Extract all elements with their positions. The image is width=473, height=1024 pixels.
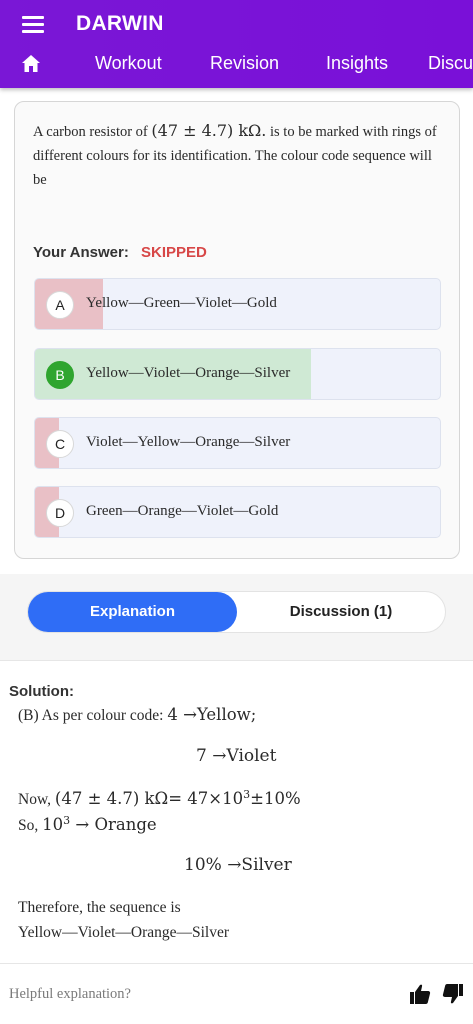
tab-discussion[interactable]: Discu bbox=[428, 53, 473, 74]
option-c-text: Violet—Yellow—Orange—Silver bbox=[86, 434, 291, 450]
your-answer-status: SKIPPED bbox=[141, 244, 207, 261]
app-header: DARWIN Workout Revision Insights Discu bbox=[0, 0, 473, 88]
solution-line-6: Therefore, the sequence is bbox=[18, 899, 181, 916]
option-a[interactable]: A Yellow—Green—Violet—Gold bbox=[34, 278, 441, 330]
solution-line-4-orange: → Orange bbox=[70, 815, 157, 835]
option-a-letter: A bbox=[46, 291, 74, 319]
option-d-letter: D bbox=[46, 499, 74, 527]
option-b-text: Yellow—Violet—Orange—Silver bbox=[86, 365, 291, 381]
solution-line-3: Now, (47 ± 4.7) kΩ= 47×103±10% bbox=[18, 788, 301, 809]
home-icon[interactable] bbox=[22, 55, 40, 72]
tab-revision[interactable]: Revision bbox=[210, 53, 279, 74]
option-d[interactable]: D Green—Orange—Violet—Gold bbox=[34, 486, 441, 538]
option-b-letter: B bbox=[46, 361, 74, 389]
option-a-text: Yellow—Green—Violet—Gold bbox=[86, 295, 277, 311]
solution-line-5: 10% →Silver bbox=[184, 855, 292, 875]
solution-line-4-math: 10 bbox=[42, 815, 64, 835]
thumbs-up-icon[interactable] bbox=[409, 983, 431, 1005]
discussion-tab[interactable]: Discussion (1) bbox=[237, 592, 445, 632]
option-c[interactable]: C Violet—Yellow—Orange—Silver bbox=[34, 417, 441, 469]
explanation-tab[interactable]: Explanation bbox=[28, 592, 237, 632]
option-b[interactable]: B Yellow—Violet—Orange—Silver bbox=[34, 348, 441, 400]
divider bbox=[0, 660, 473, 661]
solution-line-5-math: 10% →Silver bbox=[184, 855, 292, 875]
solution-line-4: So, 103 → Orange bbox=[18, 814, 157, 835]
question-card: A carbon resistor of (47 ± 4.7) kΩ. is t… bbox=[14, 101, 460, 559]
feedback-divider bbox=[0, 963, 473, 964]
solution-line-4-text: So, bbox=[18, 817, 43, 835]
solution-line-1-math: 4 →Yellow; bbox=[167, 705, 257, 724]
option-d-text: Green—Orange—Violet—Gold bbox=[86, 503, 279, 519]
solution-line-2: 7 →Violet bbox=[196, 746, 276, 766]
solution-line-1-text: (B) As per colour code: bbox=[18, 707, 168, 724]
menu-icon[interactable] bbox=[22, 16, 44, 33]
thumbs-down-icon[interactable] bbox=[442, 983, 464, 1005]
app-title: DARWIN bbox=[76, 12, 164, 35]
solution-line-3-percent: ±10% bbox=[250, 789, 301, 809]
solution-line-2-math: 7 →Violet bbox=[196, 746, 277, 766]
tab-insights[interactable]: Insights bbox=[326, 53, 388, 74]
solution-heading: Solution: bbox=[9, 683, 74, 700]
question-text: A carbon resistor of (47 ± 4.7) kΩ. is t… bbox=[33, 119, 443, 192]
your-answer-label: Your Answer: bbox=[33, 244, 129, 261]
question-text-start: A carbon resistor of bbox=[33, 124, 148, 140]
question-math: (47 ± 4.7) kΩ. bbox=[151, 121, 267, 140]
helpful-prompt: Helpful explanation? bbox=[9, 986, 131, 1002]
solution-line-3-text: Now, bbox=[18, 791, 55, 809]
option-c-letter: C bbox=[46, 430, 74, 458]
tab-workout[interactable]: Workout bbox=[95, 53, 162, 74]
solution-line-7: Yellow—Violet—Orange—Silver bbox=[18, 924, 230, 941]
solution-line-3-math: (47 ± 4.7) kΩ= 47×10 bbox=[54, 789, 244, 809]
solution-line-1: (B) As per colour code: 4 →Yellow; bbox=[18, 705, 256, 725]
